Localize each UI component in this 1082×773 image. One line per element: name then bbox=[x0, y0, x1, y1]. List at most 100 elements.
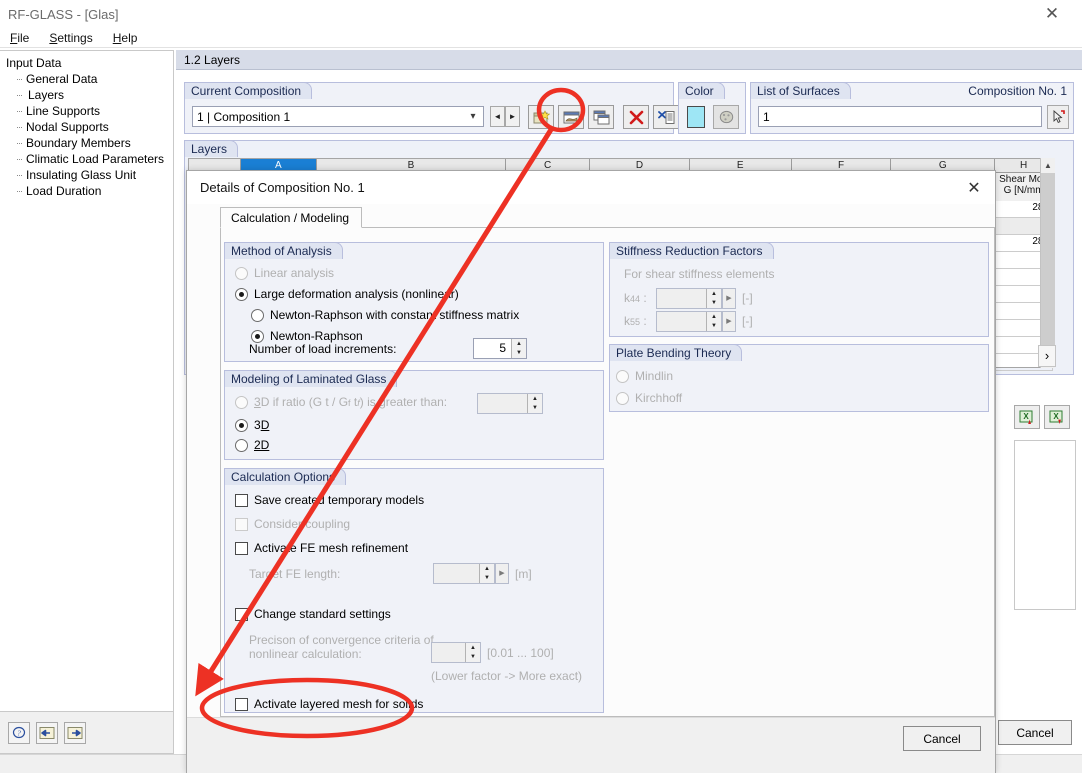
checkbox-consider-coupling[interactable]: Consider coupling bbox=[235, 517, 350, 531]
ratio-value bbox=[478, 394, 527, 413]
tree-root-input-data[interactable]: Input Data bbox=[4, 55, 173, 71]
color-swatch[interactable] bbox=[687, 106, 705, 128]
precision-range-label: [0.01 ... 100] bbox=[487, 646, 554, 660]
group-title: Method of Analysis bbox=[224, 242, 343, 259]
group-title: Current Composition bbox=[184, 82, 313, 99]
new-composition-button[interactable] bbox=[528, 105, 554, 129]
k44-expand-button[interactable]: ▶ bbox=[722, 288, 736, 309]
sidebar-item-layers[interactable]: Layers bbox=[12, 87, 173, 103]
tab-calculation-modeling[interactable]: Calculation / Modeling bbox=[220, 207, 363, 228]
radio-large-deformation[interactable]: Large deformation analysis (nonlinear) bbox=[235, 287, 519, 301]
composition-combobox[interactable]: 1 | Composition 1 ▾ bbox=[192, 106, 484, 127]
radio-3d[interactable]: 3D bbox=[235, 418, 269, 432]
dialog-close-button[interactable]: ✕ bbox=[961, 177, 987, 199]
k44-spinner[interactable]: ▲ ▼ bbox=[656, 288, 722, 309]
checkbox-label: Save created temporary models bbox=[254, 493, 425, 507]
radio-icon bbox=[616, 391, 629, 405]
scroll-up-icon[interactable]: ▲ bbox=[1041, 158, 1055, 173]
k44-unit: [-] bbox=[742, 291, 753, 305]
radio-2d[interactable]: 2D bbox=[235, 438, 269, 452]
sidebar-item-climatic-load-parameters[interactable]: Climatic Load Parameters bbox=[12, 151, 173, 167]
k55-expand-button[interactable]: ▶ bbox=[722, 311, 736, 332]
sidebar-item-boundary-members[interactable]: Boundary Members bbox=[12, 135, 173, 151]
sidebar-item-load-duration[interactable]: Load Duration bbox=[12, 183, 173, 199]
scrollbar-thumb[interactable] bbox=[1041, 173, 1055, 349]
radio-icon bbox=[235, 395, 248, 409]
spinner-buttons[interactable]: ▲ ▼ bbox=[465, 643, 480, 662]
sidebar-item-insulating-glass-unit[interactable]: Insulating Glass Unit bbox=[12, 167, 173, 183]
k44-value bbox=[657, 289, 706, 308]
radio-linear-analysis[interactable]: Linear analysis bbox=[235, 266, 519, 280]
calculation-options-group: Calculation Options Save created tempora… bbox=[224, 468, 604, 713]
composition-next-button[interactable]: ► bbox=[505, 106, 520, 127]
ratio-spinner[interactable]: ▲ ▼ bbox=[477, 393, 543, 414]
list-composition-button[interactable] bbox=[653, 105, 679, 129]
pick-surfaces-button[interactable] bbox=[1047, 105, 1069, 129]
precision-label: Precison of convergence criteria of nonl… bbox=[249, 633, 439, 661]
radio-newton-raphson-constant[interactable]: Newton-Raphson with constant stiffness m… bbox=[251, 308, 519, 322]
table-scroll-right-button[interactable]: › bbox=[1038, 345, 1056, 367]
checkbox-activate-layered-mesh-for-solids[interactable]: Activate layered mesh for solids bbox=[235, 697, 423, 711]
menu-item-file[interactable]: File bbox=[0, 29, 39, 47]
copy-composition-button[interactable] bbox=[588, 105, 614, 129]
sidebar-item-line-supports[interactable]: Line Supports bbox=[12, 103, 173, 119]
checkbox-label: Activate FE mesh refinement bbox=[254, 541, 409, 555]
precision-spinner[interactable]: ▲ ▼ bbox=[431, 642, 481, 663]
menu-bar: File Settings Help bbox=[0, 28, 1082, 48]
spinner-buttons[interactable]: ▲ ▼ bbox=[479, 564, 494, 583]
target-fe-length-spinner[interactable]: ▲ ▼ bbox=[433, 563, 495, 584]
window-close-button[interactable]: ✕ bbox=[1032, 2, 1072, 26]
radio-label: 3D if ratio (G t / Gf tf) is greater tha… bbox=[254, 395, 448, 409]
dialog-body: Method of Analysis Linear analysis Large… bbox=[220, 228, 995, 717]
target-fe-length-expand-button[interactable]: ▶ bbox=[495, 563, 509, 584]
checkbox-label: Consider coupling bbox=[254, 517, 351, 531]
composition-prev-button[interactable]: ◄ bbox=[490, 106, 505, 127]
radio-label: Linear analysis bbox=[254, 266, 335, 280]
spinner-buttons[interactable]: ▲ ▼ bbox=[706, 289, 721, 308]
checkbox-activate-fe-mesh-refinement[interactable]: Activate FE mesh refinement bbox=[235, 541, 408, 555]
table-vertical-scrollbar[interactable]: ▲ ▼ bbox=[1040, 158, 1055, 368]
help-icon[interactable]: ? bbox=[8, 721, 30, 744]
sidebar-item-label: General Data bbox=[26, 72, 98, 86]
color-picker-button[interactable] bbox=[713, 105, 739, 129]
k55-spinner[interactable]: ▲ ▼ bbox=[656, 311, 722, 332]
list-of-surfaces-group: List of Surfaces Composition No. 1 1 bbox=[750, 82, 1074, 134]
spinner-buttons[interactable]: ▲ ▼ bbox=[706, 312, 721, 331]
previous-page-icon[interactable] bbox=[36, 721, 58, 744]
checkbox-save-temporary-models[interactable]: Save created temporary models bbox=[235, 493, 424, 507]
load-increments-spinner[interactable]: 5 ▲ ▼ bbox=[473, 338, 527, 359]
menu-item-help[interactable]: Help bbox=[103, 29, 148, 47]
excel-up-icon: X bbox=[1019, 410, 1032, 424]
navigator-tree[interactable]: Input Data General Data Layers Line Supp… bbox=[0, 50, 174, 712]
sidebar-item-label: Load Duration bbox=[26, 184, 102, 198]
checkbox-change-standard-settings[interactable]: Change standard settings bbox=[235, 607, 391, 621]
next-page-icon[interactable] bbox=[64, 721, 86, 744]
radio-mindlin[interactable]: Mindlin bbox=[616, 369, 673, 383]
edit-composition-button[interactable] bbox=[558, 105, 584, 129]
spinner-buttons[interactable]: ▲ ▼ bbox=[527, 394, 542, 413]
sidebar-item-nodal-supports[interactable]: Nodal Supports bbox=[12, 119, 173, 135]
spinner-buttons[interactable]: ▲ ▼ bbox=[511, 339, 526, 358]
radio-icon bbox=[251, 329, 264, 343]
export-to-excel-up-button[interactable]: X bbox=[1014, 405, 1040, 429]
radio-label: Mindlin bbox=[635, 369, 674, 383]
cursor-pick-icon bbox=[1053, 110, 1065, 123]
surfaces-input[interactable]: 1 bbox=[758, 106, 1042, 127]
svg-text:X: X bbox=[1023, 412, 1029, 421]
radio-icon bbox=[235, 266, 248, 280]
menu-item-settings[interactable]: Settings bbox=[39, 29, 102, 47]
spinner-up-icon: ▲ bbox=[711, 313, 717, 320]
radio-kirchhoff[interactable]: Kirchhoff bbox=[616, 391, 682, 405]
preview-panel bbox=[1014, 440, 1076, 610]
dialog-cancel-button[interactable]: Cancel bbox=[903, 726, 981, 751]
radio-3d-if-ratio[interactable]: 3D if ratio (G t / Gf tf) is greater tha… bbox=[235, 395, 447, 409]
sidebar-item-general-data[interactable]: General Data bbox=[12, 71, 173, 87]
chevron-down-icon: ▾ bbox=[470, 111, 476, 122]
cancel-button[interactable]: Cancel bbox=[998, 720, 1072, 745]
k44-label: k44 : bbox=[624, 291, 647, 305]
delete-composition-button[interactable] bbox=[623, 105, 649, 129]
radio-label: Kirchhoff bbox=[635, 391, 683, 405]
sidebar-item-label: Layers bbox=[28, 88, 65, 102]
export-to-excel-down-button[interactable]: X bbox=[1044, 405, 1070, 429]
sidebar-item-label: Line Supports bbox=[26, 104, 101, 118]
